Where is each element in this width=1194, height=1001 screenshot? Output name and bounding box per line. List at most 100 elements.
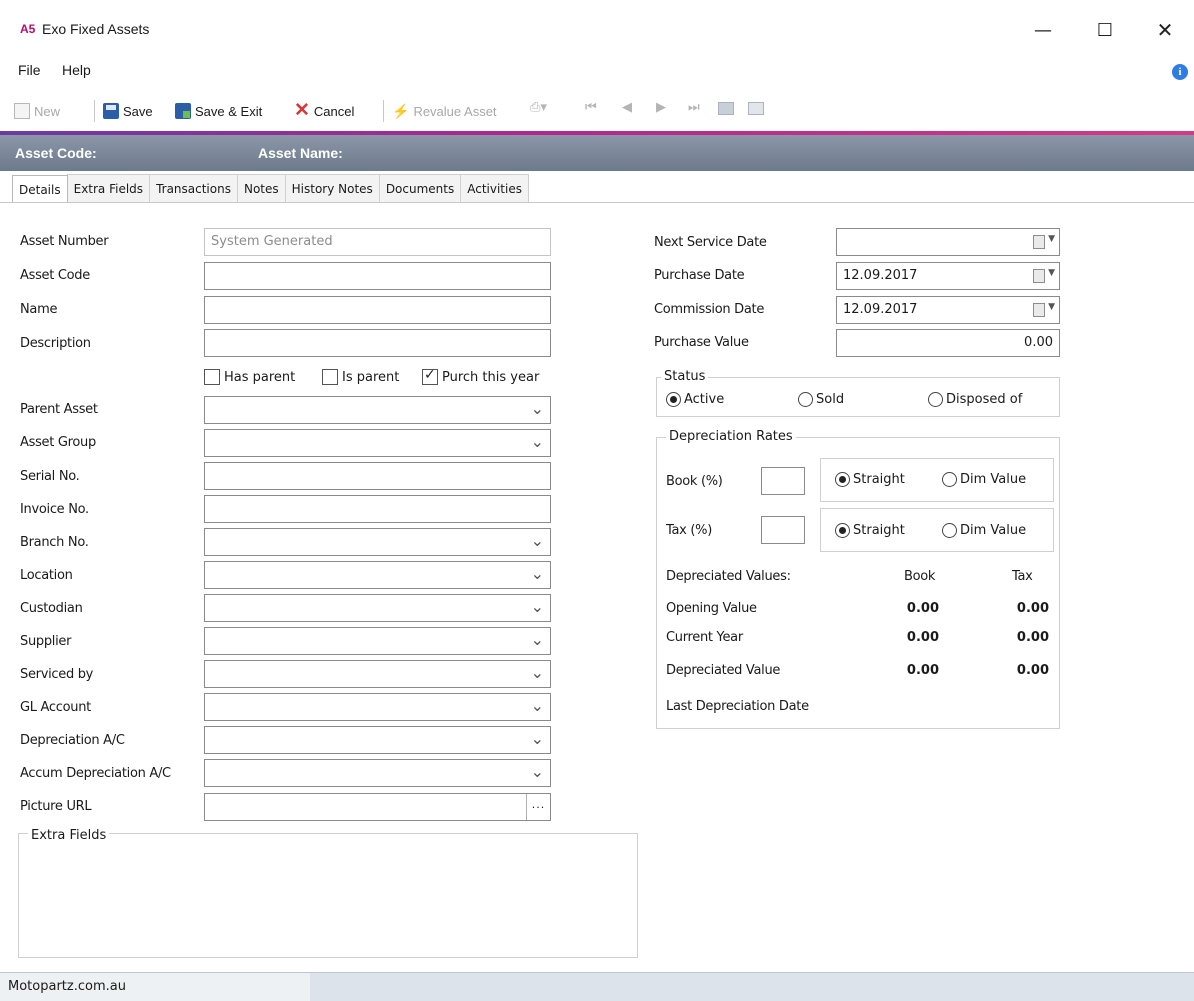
depreciation-ac-select[interactable] [204,726,551,754]
tab-documents[interactable]: Documents [378,174,462,202]
save-icon [103,103,119,119]
print-icon[interactable]: ⎙▾ [530,100,547,115]
status-title: Status [661,369,709,384]
revalue-asset-button[interactable]: ⚡ Revalue Asset [392,98,497,124]
purch-this-year-check[interactable] [422,367,438,385]
tax-rate-input[interactable] [761,516,805,544]
tab-activities[interactable]: Activities [460,174,529,202]
accum-depreciation-ac-label: Accum Depreciation A/C [20,766,171,781]
status-sold-radio[interactable]: Sold [798,392,844,407]
new-button[interactable]: New [14,98,60,124]
serial-no-input[interactable] [204,462,551,490]
description-input[interactable] [204,329,551,357]
tab-history-notes[interactable]: History Notes [284,174,380,202]
is-parent-checkbox[interactable]: Is parent [322,369,399,385]
previous-record-icon[interactable]: ◀ [622,100,632,115]
book-column-header: Book [904,569,936,584]
extra-fields-title: Extra Fields [28,828,110,843]
book-dim-value-radio[interactable]: Dim Value [942,472,1026,487]
last-record-icon[interactable]: ⏭ [688,100,700,115]
first-record-icon[interactable]: ⏮ [585,100,597,115]
radio-selected[interactable] [835,472,850,487]
menu-bar [0,58,1194,86]
close-button[interactable]: ✕ [1142,14,1188,46]
next-service-date-label: Next Service Date [654,235,767,250]
book-rate-input[interactable] [761,467,805,495]
minimize-button[interactable]: — [1020,14,1066,46]
tab-strip: Details Extra Fields Transactions Notes … [12,174,529,203]
cancel-button[interactable]: ✕ Cancel [294,98,354,124]
status-disposed-label: Disposed of [946,392,1023,407]
chevron-down-icon [531,566,544,582]
save-button[interactable]: Save [103,98,153,124]
tab-details[interactable]: Details [12,175,68,203]
is-parent-label: Is parent [342,369,400,385]
menu-file[interactable]: File [18,62,41,78]
radio-unselected[interactable] [798,392,813,407]
purchase-date-picker[interactable]: 12.09.2017 ▼ [836,262,1060,290]
tax-dim-value-radio[interactable]: Dim Value [942,523,1026,538]
current-year-book: 0.00 [906,630,939,645]
calendar-icon [1033,303,1045,317]
book-straight-radio[interactable]: Straight [835,472,905,487]
invoice-no-input[interactable] [204,495,551,523]
branch-no-select[interactable] [204,528,551,556]
chevron-down-icon [531,731,544,747]
tab-transactions[interactable]: Transactions [149,174,238,202]
radio-selected[interactable] [666,392,681,407]
browse-button[interactable]: ··· [526,794,550,820]
picture-url-input[interactable]: ··· [204,793,551,821]
asset-group-select[interactable] [204,429,551,457]
asset-code-input[interactable] [204,262,551,290]
asset-number-label: Asset Number [20,234,109,249]
has-parent-checkbox[interactable]: Has parent [204,369,295,385]
save-exit-button[interactable]: Save & Exit [175,98,262,124]
tax-straight-radio[interactable]: Straight [835,523,905,538]
save-label: Save [123,103,153,119]
location-label: Location [20,568,73,583]
commission-date-picker[interactable]: 12.09.2017 ▼ [836,296,1060,324]
tab-extra-fields[interactable]: Extra Fields [66,174,151,202]
supplier-label: Supplier [20,634,72,649]
accum-depreciation-ac-select[interactable] [204,759,551,787]
radio-unselected[interactable] [928,392,943,407]
book-straight-label: Straight [853,472,905,487]
copy-icon[interactable] [748,102,764,115]
next-record-icon[interactable]: ▶ [656,100,666,115]
is-parent-check[interactable] [322,369,338,385]
purchase-value-input[interactable]: 0.00 [836,329,1060,357]
status-active-radio[interactable]: Active [666,392,724,407]
description-label: Description [20,336,91,351]
asset-code-label: Asset Code [20,268,90,283]
cancel-label: Cancel [313,103,355,119]
location-select[interactable] [204,561,551,589]
calendar-icon [1033,235,1045,249]
purch-this-year-checkbox[interactable]: Purch this year [422,367,539,385]
grid-view-icon[interactable] [718,102,734,115]
info-icon[interactable]: i [1172,64,1188,80]
menu-help[interactable]: Help [62,62,91,78]
radio-unselected[interactable] [942,472,957,487]
name-input[interactable] [204,296,551,324]
parent-asset-select[interactable] [204,396,551,424]
serviced-by-select[interactable] [204,660,551,688]
save-exit-label: Save & Exit [195,103,263,119]
radio-selected[interactable] [835,523,850,538]
radio-unselected[interactable] [942,523,957,538]
opening-value-label: Opening Value [666,601,757,616]
next-service-date-picker[interactable]: ▼ [836,228,1060,256]
tax-dim-value-label: Dim Value [960,523,1027,538]
serviced-by-label: Serviced by [20,667,94,682]
custodian-select[interactable] [204,594,551,622]
status-disposed-radio[interactable]: Disposed of [928,392,1022,407]
maximize-button[interactable]: ☐ [1082,14,1128,46]
dropdown-arrow-icon: ▼ [1048,302,1055,312]
chevron-down-icon [531,632,544,648]
gl-account-select[interactable] [204,693,551,721]
has-parent-check[interactable] [204,369,220,385]
tax-straight-label: Straight [853,523,905,538]
title-bar [0,0,1194,60]
tab-notes[interactable]: Notes [236,174,286,202]
parent-asset-label: Parent Asset [20,402,98,417]
supplier-select[interactable] [204,627,551,655]
